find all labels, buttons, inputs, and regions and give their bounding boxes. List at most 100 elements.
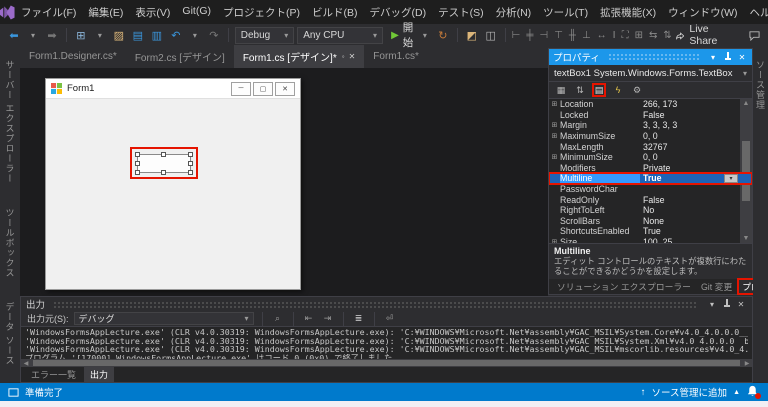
form-minimize-button[interactable]: ─ bbox=[231, 81, 251, 96]
word-wrap-icon[interactable]: ⏎ bbox=[383, 313, 397, 324]
property-row[interactable]: Locked False ▾ bbox=[549, 110, 752, 121]
menu-item[interactable]: 分析(N) bbox=[490, 0, 538, 25]
selection-handle[interactable] bbox=[188, 160, 193, 166]
menu-item[interactable]: ヘルプ(H) bbox=[743, 0, 768, 25]
property-value[interactable]: 3, 3, 3, 3 bbox=[640, 120, 752, 130]
property-row[interactable]: Multiline True ▾ bbox=[549, 172, 752, 185]
align-tops-icon[interactable]: ⊤ bbox=[554, 30, 563, 41]
property-row[interactable]: ReadOnly False ▾ bbox=[549, 194, 752, 205]
go-to-next-message-icon[interactable]: ⇥ bbox=[321, 313, 335, 324]
property-grid-scrollbar[interactable]: ▲ ▼ bbox=[740, 99, 752, 243]
save-all-icon[interactable]: ▥ bbox=[149, 26, 165, 44]
output-panel-header[interactable]: 出力 ▾ ✕ bbox=[21, 297, 752, 311]
go-to-previous-message-icon[interactable]: ⇤ bbox=[302, 313, 316, 324]
undo-icon[interactable]: ↶ bbox=[168, 26, 184, 44]
open-folder-icon[interactable]: ▨ bbox=[111, 26, 127, 44]
notifications-bell-icon[interactable] bbox=[746, 385, 761, 399]
selection-handle[interactable] bbox=[161, 152, 166, 157]
output-source-dropdown[interactable]: デバッグ ▾ bbox=[73, 312, 254, 325]
property-value[interactable]: 100, 25 bbox=[640, 237, 752, 243]
property-value[interactable]: True bbox=[640, 173, 724, 183]
start-debug-button[interactable]: ▶ 開始 ▾ bbox=[386, 22, 432, 49]
scrollbar-thumb[interactable] bbox=[742, 141, 750, 201]
expand-icon[interactable] bbox=[549, 153, 560, 161]
auto-hide-pin-icon[interactable] bbox=[723, 52, 732, 62]
property-value[interactable]: 266, 173 bbox=[640, 99, 752, 109]
forms-designer-surface[interactable]: Form1 ─ ▢ ✕ bbox=[20, 68, 548, 296]
menu-item[interactable]: ファイル(F) bbox=[15, 0, 82, 25]
menu-item[interactable]: ツール(T) bbox=[537, 0, 594, 25]
auto-hide-pin-icon[interactable] bbox=[722, 299, 731, 309]
configuration-dropdown[interactable]: Debug ▾ bbox=[234, 26, 295, 44]
property-row[interactable]: Modifiers Private ▾ bbox=[549, 163, 752, 174]
menu-item[interactable]: 拡張機能(X) bbox=[594, 0, 662, 25]
left-vertical-tab[interactable]: ツールボックス bbox=[4, 198, 17, 288]
panel-tab[interactable]: 出力 bbox=[84, 367, 115, 382]
expand-icon[interactable] bbox=[549, 100, 560, 108]
right-vertical-tab[interactable]: ソース管理 bbox=[754, 50, 767, 120]
document-tab[interactable]: Form2.cs [デザイン] ◦✕ bbox=[126, 45, 234, 68]
property-pages-icon[interactable]: ⚙ bbox=[630, 83, 644, 97]
menu-item[interactable]: ビルド(B) bbox=[306, 0, 364, 25]
selection-handle[interactable] bbox=[135, 152, 140, 157]
output-text-area[interactable]: 'WindowsFormsAppLecture.exe' (CLR v4.0.3… bbox=[21, 327, 752, 359]
make-same-width-icon[interactable]: ↔ bbox=[597, 30, 607, 41]
menu-item[interactable]: プロジェクト(P) bbox=[217, 0, 306, 25]
pin-tab-icon[interactable]: ◦ bbox=[342, 52, 345, 61]
document-tab[interactable]: Form1.Designer.cs* ◦✕ bbox=[20, 45, 126, 68]
align-lefts-icon[interactable]: ⊢ bbox=[512, 30, 521, 41]
clear-all-icon[interactable]: ≣ bbox=[352, 313, 366, 324]
expand-icon[interactable] bbox=[549, 132, 560, 140]
document-tab[interactable]: Form1.cs [デザイン]* ◦ ✕ bbox=[233, 45, 365, 68]
new-project-icon[interactable]: ⊞ bbox=[73, 26, 89, 44]
menu-item[interactable]: 編集(E) bbox=[82, 0, 129, 25]
property-value[interactable]: 32767 bbox=[640, 142, 752, 152]
close-panel-icon[interactable]: ✕ bbox=[735, 300, 747, 309]
textbox-control[interactable] bbox=[135, 152, 193, 175]
vertical-spacing-icon[interactable]: ⇅ bbox=[663, 30, 671, 41]
align-bottoms-icon[interactable]: ⊥ bbox=[582, 30, 591, 41]
property-row[interactable]: MaxLength 32767 ▾ bbox=[549, 141, 752, 152]
size-to-grid-icon[interactable]: ⊞ bbox=[635, 30, 643, 41]
property-row[interactable]: ShortcutsEnabled True ▾ bbox=[549, 226, 752, 237]
menu-item[interactable]: テスト(S) bbox=[432, 0, 490, 25]
property-value[interactable]: False bbox=[640, 195, 752, 205]
redo-icon[interactable]: ↷ bbox=[206, 26, 222, 44]
expand-icon[interactable] bbox=[549, 238, 560, 243]
property-row[interactable]: Size 100, 25 ▾ bbox=[549, 237, 752, 243]
make-same-size-icon[interactable]: ⛶ bbox=[622, 30, 629, 41]
close-panel-icon[interactable]: ✕ bbox=[736, 53, 748, 62]
value-dropdown-icon[interactable]: ▾ bbox=[724, 173, 738, 183]
property-value[interactable]: 0, 0 bbox=[640, 131, 752, 141]
events-icon[interactable]: ϟ bbox=[611, 83, 625, 97]
property-row[interactable]: RightToLeft No ▾ bbox=[549, 205, 752, 216]
left-vertical-tab[interactable]: サーバー エクスプローラー bbox=[4, 50, 17, 194]
horizontal-spacing-icon[interactable]: ⇆ bbox=[649, 30, 657, 41]
scroll-right-icon[interactable]: ▶ bbox=[742, 360, 752, 367]
undo-dropdown-icon[interactable]: ▾ bbox=[187, 26, 203, 44]
property-value[interactable]: None bbox=[640, 216, 752, 226]
new-dropdown-icon[interactable]: ▾ bbox=[92, 26, 108, 44]
object-selector-dropdown[interactable]: textBox1 System.Windows.Forms.TextBox ▾ bbox=[549, 65, 752, 82]
menu-item[interactable]: ウィンドウ(W) bbox=[662, 0, 743, 25]
align-middles-icon[interactable]: ╫ bbox=[569, 30, 576, 41]
design-form-window[interactable]: Form1 ─ ▢ ✕ bbox=[45, 78, 301, 290]
scroll-left-icon[interactable]: ◀ bbox=[21, 360, 31, 367]
window-position-icon[interactable]: ▾ bbox=[706, 300, 718, 309]
feedback-icon[interactable] bbox=[746, 26, 762, 44]
left-vertical-tab[interactable]: データ ソース bbox=[4, 292, 17, 376]
selection-handle[interactable] bbox=[188, 170, 193, 175]
window-position-icon[interactable]: ▾ bbox=[707, 53, 719, 62]
panel-tab[interactable]: Git 変更 bbox=[697, 279, 736, 294]
form-close-button[interactable]: ✕ bbox=[275, 81, 295, 96]
navigate-forward-icon[interactable]: ➡ bbox=[44, 26, 60, 44]
find-in-files-icon[interactable]: ◩ bbox=[464, 26, 480, 44]
chevron-up-icon[interactable]: ▲ bbox=[733, 389, 740, 396]
form-maximize-button[interactable]: ▢ bbox=[253, 81, 273, 96]
property-value[interactable]: Private bbox=[640, 163, 752, 173]
alphabetical-icon[interactable]: ⇅ bbox=[573, 83, 587, 97]
add-to-source-control-button[interactable]: ソース管理に追加 bbox=[652, 385, 728, 399]
property-value[interactable]: True bbox=[640, 226, 752, 236]
menu-item[interactable]: Git(G) bbox=[176, 0, 217, 25]
properties-view-icon[interactable]: ▤ bbox=[592, 83, 606, 97]
